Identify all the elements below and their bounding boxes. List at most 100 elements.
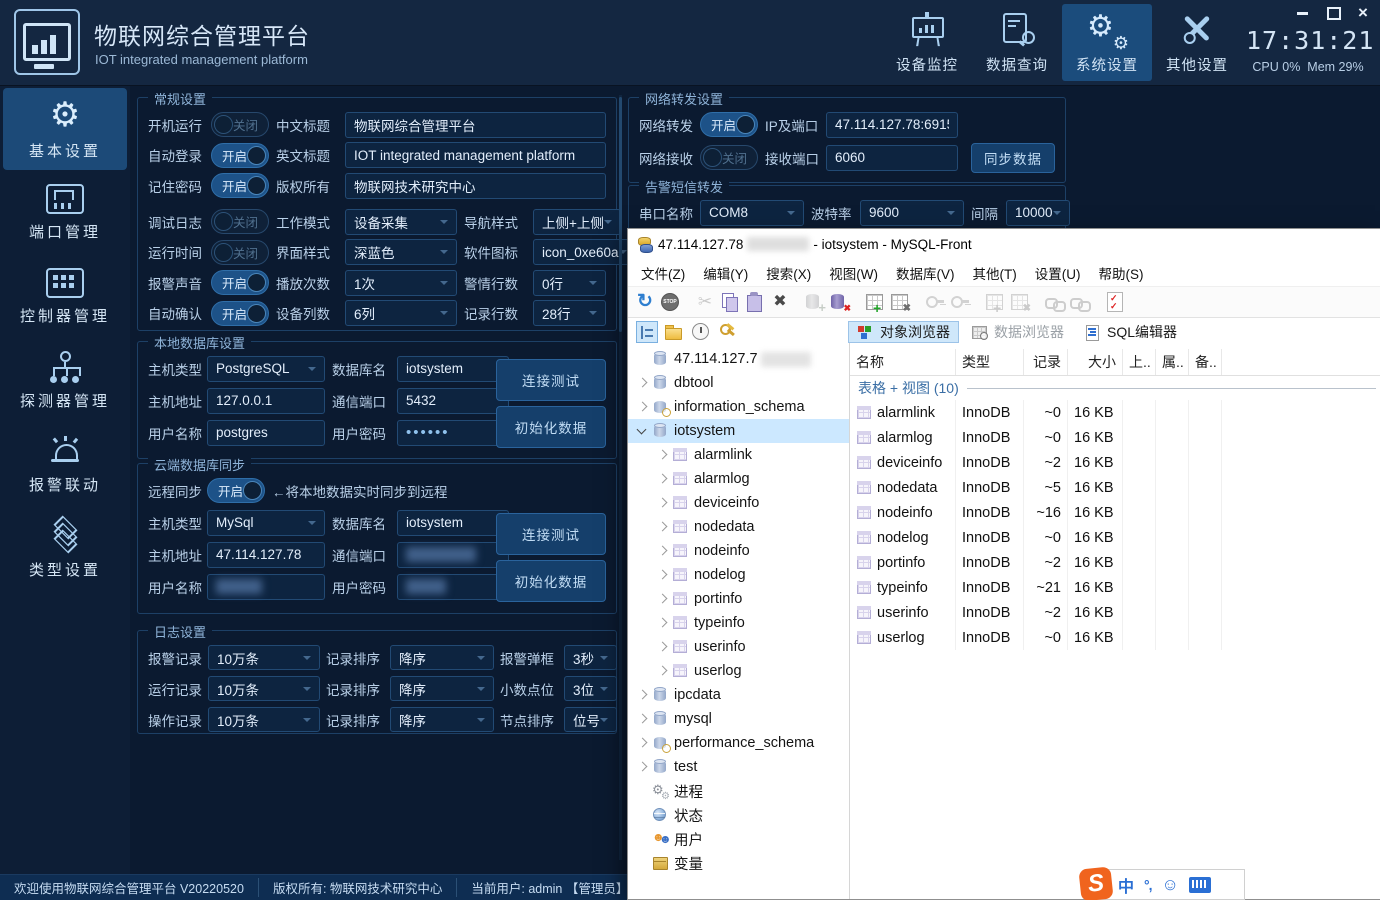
select-input[interactable]: 位号 [564, 707, 617, 732]
select-input[interactable]: 上侧+上侧 [533, 209, 621, 235]
host-address-input[interactable]: 127.0.0.1 [207, 388, 325, 414]
toggle-switch[interactable]: 关闭 [211, 209, 269, 234]
drop-table-icon[interactable] [889, 291, 911, 313]
select-input[interactable]: 3秒 [564, 645, 617, 670]
username-input[interactable]: postgres [207, 420, 325, 446]
menu-item[interactable]: 文件(Z) [632, 263, 694, 283]
expand-arrow-icon[interactable] [634, 783, 650, 799]
tree-item[interactable]: 用户 [628, 827, 849, 851]
expand-arrow-icon[interactable] [654, 615, 670, 631]
tree-item[interactable]: nodeinfo [628, 539, 849, 563]
text-input[interactable]: 物联网综合管理平台 [345, 112, 606, 138]
select-input[interactable]: 10万条 [208, 645, 320, 670]
expand-arrow-icon[interactable] [634, 759, 650, 775]
tree-item[interactable]: performance_schema [628, 731, 849, 755]
column-header[interactable]: 大小 [1068, 349, 1123, 375]
interval-select[interactable]: 10000 [1006, 200, 1070, 226]
tree-item[interactable]: deviceinfo [628, 491, 849, 515]
select-input[interactable]: 6列 [345, 300, 457, 326]
refresh-icon[interactable] [634, 291, 656, 313]
sidebar-item-port-management[interactable]: 端口管理 [3, 172, 127, 254]
tab-data-browser[interactable]: 数据浏览器 [963, 321, 1072, 343]
select-input[interactable]: 28行 [533, 300, 606, 326]
sidebar-item-alarm-linkage[interactable]: 报警联动 [3, 424, 127, 506]
text-input[interactable]: IOT integrated management platform [345, 142, 606, 168]
host-address-input[interactable]: 47.114.127.78 [207, 542, 325, 568]
table-row[interactable]: nodelog InnoDB ~0 16 KB [850, 525, 1380, 550]
select-input[interactable]: 10万条 [208, 676, 320, 701]
expand-arrow-icon[interactable] [654, 567, 670, 583]
close-button[interactable]: × [1356, 7, 1370, 19]
com-port-select[interactable]: COM8 [700, 200, 804, 226]
drop-database-icon[interactable] [829, 291, 851, 313]
tree-item[interactable]: iotsystem [628, 419, 849, 443]
table-row[interactable]: nodedata InnoDB ~5 16 KB [850, 475, 1380, 500]
tab-object-browser[interactable]: 对象浏览器 [848, 321, 959, 343]
sidebar-item-controller-management[interactable]: 控制器管理 [3, 256, 127, 338]
keys-icon[interactable] [717, 321, 739, 343]
tree-item[interactable]: alarmlink [628, 443, 849, 467]
scrollbar-thumb[interactable] [619, 97, 622, 332]
expand-arrow-icon[interactable] [634, 807, 650, 823]
tree-item[interactable]: dbtool [628, 371, 849, 395]
cut-icon[interactable] [694, 291, 716, 313]
table-row[interactable]: alarmlink InnoDB ~0 16 KB [850, 400, 1380, 425]
drop-key-icon[interactable] [949, 291, 971, 313]
init-data-button[interactable]: 初始化数据 [496, 560, 606, 602]
expand-arrow-icon[interactable] [654, 495, 670, 511]
menu-item[interactable]: 其他(T) [963, 263, 1025, 283]
tab-sql-editor[interactable]: SQL编辑器 [1076, 321, 1185, 343]
sync-data-button[interactable]: 同步数据 [971, 143, 1055, 173]
password-input[interactable]: •••••• [397, 420, 509, 446]
add-link-icon[interactable] [1044, 291, 1066, 313]
delete-icon[interactable] [769, 291, 791, 313]
menu-item[interactable]: 帮助(S) [1089, 263, 1152, 283]
toggle-switch[interactable]: 开启 [211, 143, 269, 168]
drop-link-icon[interactable] [1069, 291, 1091, 313]
menu-item[interactable]: 搜索(X) [757, 263, 820, 283]
sidebar-item-detector-management[interactable]: 探测器管理 [3, 340, 127, 422]
maximize-button[interactable] [1326, 7, 1340, 19]
toggle-switch[interactable]: 关闭 [211, 240, 269, 265]
expand-arrow-icon[interactable] [634, 831, 650, 847]
port-input[interactable] [397, 542, 509, 568]
keyboard-icon[interactable] [1189, 877, 1211, 893]
expand-arrow-icon[interactable] [654, 639, 670, 655]
expand-arrow-icon[interactable] [654, 447, 670, 463]
select-input[interactable]: 1次 [345, 270, 457, 296]
tree-item[interactable]: alarmlog [628, 467, 849, 491]
baud-rate-select[interactable]: 9600 [860, 200, 964, 226]
tree-item[interactable]: nodelog [628, 563, 849, 587]
expand-arrow-icon[interactable] [634, 711, 650, 727]
username-input[interactable] [207, 574, 325, 600]
select-input[interactable]: 降序 [390, 707, 494, 732]
expand-arrow-icon[interactable] [654, 519, 670, 535]
sidebar-item-type-settings[interactable]: 类型设置 [3, 508, 127, 590]
password-input[interactable] [397, 574, 509, 600]
remote-sync-toggle[interactable]: 开启 [207, 478, 265, 503]
tree-item[interactable]: portinfo [628, 587, 849, 611]
expand-arrow-icon[interactable] [634, 687, 650, 703]
tree-item[interactable]: 进程 [628, 779, 849, 803]
toggle-switch[interactable]: 开启 [211, 301, 269, 326]
menu-item[interactable]: 视图(W) [820, 263, 887, 283]
tree-item[interactable]: userinfo [628, 635, 849, 659]
db-name-input[interactable]: iotsystem [397, 356, 509, 382]
tree-item[interactable]: mysql [628, 707, 849, 731]
menu-item[interactable]: 编辑(Y) [694, 263, 757, 283]
select-input[interactable]: 降序 [390, 645, 494, 670]
table-row[interactable]: portinfo InnoDB ~2 16 KB [850, 550, 1380, 575]
port-input[interactable]: 5432 [397, 388, 509, 414]
tree-item[interactable]: ipcdata [628, 683, 849, 707]
tree-view-icon[interactable] [636, 321, 658, 343]
paste-icon[interactable] [744, 291, 766, 313]
expand-arrow-icon[interactable] [634, 735, 650, 751]
column-header[interactable]: 属.. [1156, 349, 1189, 375]
text-input[interactable]: 物联网技术研究中心 [345, 173, 606, 199]
select-input[interactable]: 深蓝色 [345, 239, 457, 265]
tree-item[interactable]: typeinfo [628, 611, 849, 635]
list-header[interactable]: 名称 类型 记录 大小 上.. 属.. 备.. [850, 349, 1380, 376]
toggle-switch[interactable]: 关闭 [211, 112, 269, 137]
tree-item[interactable]: information_schema [628, 395, 849, 419]
connect-test-button[interactable]: 连接测试 [496, 359, 606, 401]
